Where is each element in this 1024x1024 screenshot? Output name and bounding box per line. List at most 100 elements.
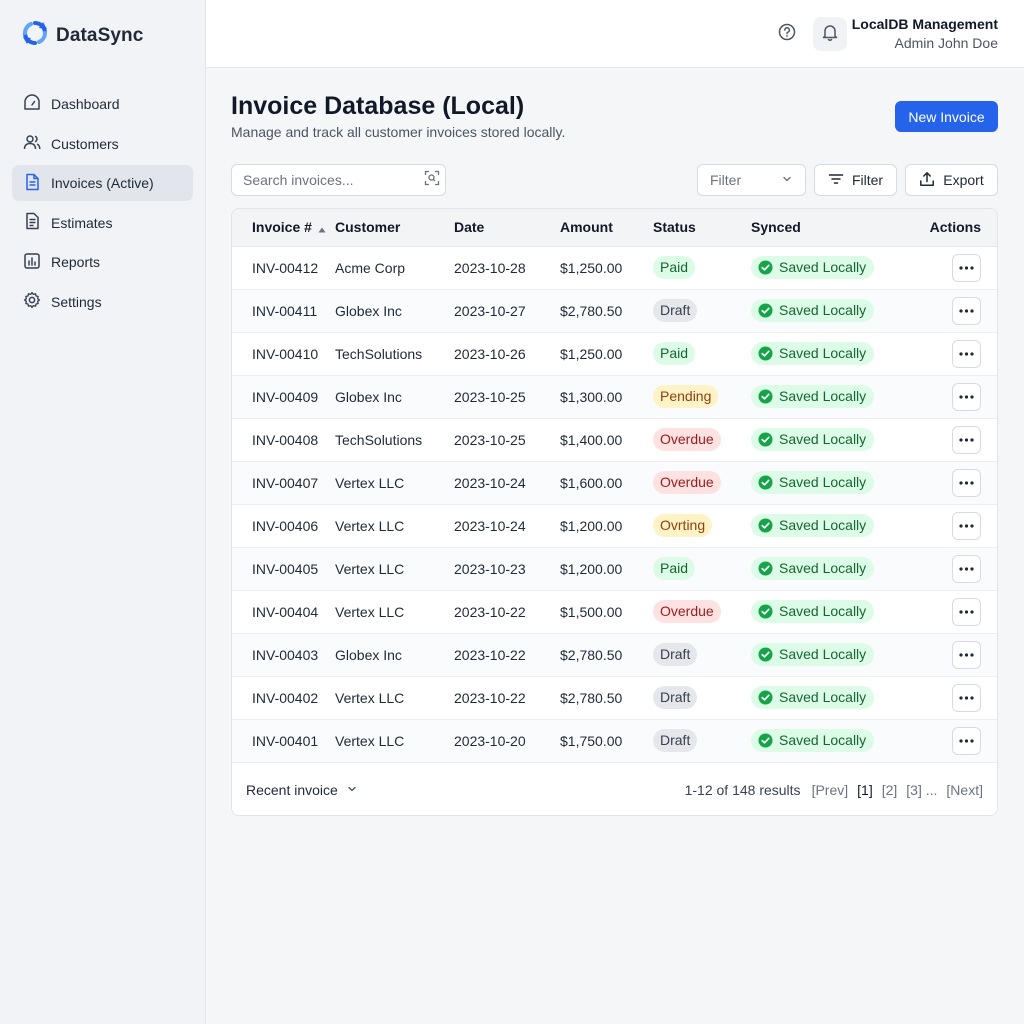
filter-lines-icon [828,171,844,190]
sync-status-label: Saved Locally [779,474,867,490]
status-badge: Overdue [653,471,721,494]
sync-status-badge: Saved Locally [751,600,875,623]
users-icon [23,133,41,154]
status-badge: Pending [653,385,719,408]
sidebar-item-customers[interactable]: Customers [12,126,193,162]
check-circle-icon [758,432,773,447]
row-actions-button[interactable] [952,425,981,454]
row-actions-button[interactable] [952,382,981,411]
sidebar-item-dashboard[interactable]: Dashboard [12,86,193,122]
recent-invoice-dropdown[interactable]: Recent invoice [246,782,358,798]
sidebar-item-label: Dashboard [51,96,120,112]
notifications-button[interactable] [813,17,847,51]
status-badge: Paid [653,342,696,365]
invoice-table-card: Invoice # Customer Date Amount Status Sy… [231,208,998,816]
check-circle-icon [758,303,773,318]
help-button[interactable] [770,17,804,51]
row-actions-button[interactable] [952,683,981,712]
table-row[interactable]: INV-00406 Vertex LLC 2023-10-24 $1,200.00 Ov… [232,504,997,548]
sync-status-label: Saved Locally [779,302,867,318]
row-actions-button[interactable] [952,339,981,368]
user-name: Admin John Doe [894,35,998,51]
sync-status-label: Saved Locally [779,517,867,533]
sync-status-badge: Saved Locally [751,686,875,709]
column-header-date[interactable]: Date [454,209,560,247]
cell-actions [896,375,997,419]
bell-icon [821,23,839,46]
cell-amount: $2,780.50 [560,676,653,720]
sidebar-item-settings[interactable]: Settings [12,284,193,320]
filter-select[interactable]: Filter [697,164,806,196]
scan-icon[interactable] [424,170,440,191]
cell-invoice-number: INV-00412 [232,246,335,290]
page-link-2[interactable]: [2] [882,782,898,798]
column-header-invoice[interactable]: Invoice # [232,209,335,247]
sidebar-item-estimates[interactable]: Estimates [12,205,193,241]
document-icon [23,173,41,194]
table-row[interactable]: INV-00407 Vertex LLC 2023-10-24 $1,600.00 Ov… [232,461,997,505]
cell-actions [896,504,997,548]
cell-amount: $1,600.00 [560,461,653,505]
sidebar-item-label: Reports [51,254,101,271]
row-actions-button[interactable] [952,468,981,497]
row-actions-button[interactable] [952,597,981,626]
table-row[interactable]: INV-00408 TechSolutions 2023-10-25 $1,400.0… [232,418,997,462]
table-row[interactable]: INV-00411 Globex Inc 2023-10-27 $2,780.50 Dr… [232,289,997,333]
check-circle-icon [758,518,773,533]
sidebar-item-reports[interactable]: Reports [12,244,193,280]
cell-invoice-number: INV-00407 [232,461,335,505]
more-horizontal-icon [959,523,974,528]
new-invoice-button[interactable]: New Invoice [895,101,998,132]
page-link-3[interactable]: [3] ... [906,782,937,798]
cell-synced: Saved Locally [751,461,896,505]
next-page-link[interactable]: [Next] [946,782,983,798]
cell-actions [896,332,997,376]
status-badge: Draft [653,729,698,752]
row-actions-button[interactable] [952,554,981,583]
cell-synced: Saved Locally [751,289,896,333]
filter-button[interactable]: Filter [814,164,897,196]
page-link-1[interactable]: [1] [857,782,873,798]
check-circle-icon [758,647,773,662]
sidebar-item-invoices[interactable]: Invoices (Active) [12,165,193,202]
row-actions-button[interactable] [952,640,981,669]
check-circle-icon [758,346,773,361]
cell-actions [896,590,997,634]
table-row[interactable]: INV-00404 Vertex LLC 2023-10-22 $1,500.00 Ov… [232,590,997,634]
table-row[interactable]: INV-00409 Globex Inc 2023-10-25 $1,300.00 Pe… [232,375,997,419]
check-circle-icon [758,260,773,275]
cell-status: Pending [653,375,751,419]
column-header-customer[interactable]: Customer [335,209,454,247]
column-header-status[interactable]: Status [653,209,751,247]
cell-amount: $2,780.50 [560,289,653,333]
cell-date: 2023-10-23 [454,547,560,591]
status-badge: Draft [653,299,698,322]
search-input[interactable] [243,172,424,188]
export-button[interactable]: Export [905,164,998,196]
sync-status-label: Saved Locally [779,560,867,576]
more-horizontal-icon [959,480,974,485]
column-header-amount[interactable]: Amount [560,209,653,247]
cell-amount: $1,200.00 [560,547,653,591]
table-row[interactable]: INV-00402 Vertex LLC 2023-10-22 $2,780.50 Dr… [232,676,997,720]
row-actions-button[interactable] [952,726,981,755]
table-row[interactable]: INV-00410 TechSolutions 2023-10-26 $1,250.0… [232,332,997,376]
sidebar-item-label: Customers [51,135,119,152]
row-actions-button[interactable] [952,253,981,282]
table-row[interactable]: INV-00412 Acme Corp 2023-10-28 $1,250.00 Pai… [232,246,997,290]
cell-amount: $1,500.00 [560,590,653,634]
chevron-down-icon [346,782,358,798]
brand[interactable]: DataSync [22,20,143,51]
table-row[interactable]: INV-00405 Vertex LLC 2023-10-23 $1,200.00 Pa… [232,547,997,591]
prev-page-link[interactable]: [Prev] [812,782,849,798]
row-actions-button[interactable] [952,296,981,325]
sync-status-badge: Saved Locally [751,514,875,537]
column-header-synced[interactable]: Synced [751,209,896,247]
cell-customer: Globex Inc [335,633,454,677]
table-row[interactable]: INV-00401 Vertex LLC 2023-10-20 $1,750.00 Dr… [232,719,997,763]
table-row[interactable]: INV-00403 Globex Inc 2023-10-22 $2,780.50 Dr… [232,633,997,677]
sync-status-badge: Saved Locally [751,299,875,322]
user-menu[interactable]: LocalDB Management Admin John Doe [852,16,998,51]
cell-actions [896,547,997,591]
row-actions-button[interactable] [952,511,981,540]
